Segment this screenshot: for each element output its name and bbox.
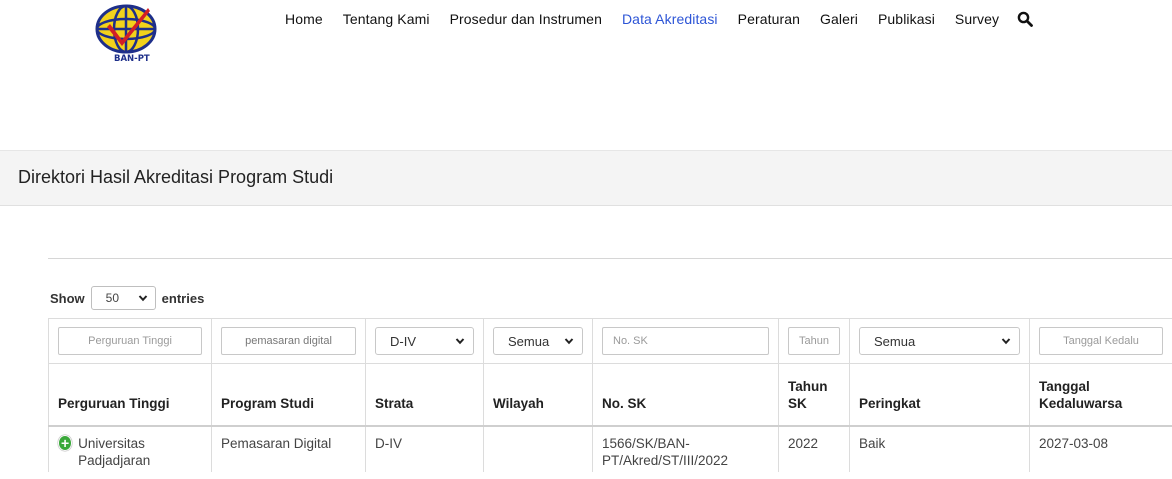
column-header-perguruan-tinggi[interactable]: Perguruan Tinggi bbox=[48, 363, 212, 427]
entries-label: entries bbox=[161, 290, 205, 306]
logo-text: BAN-PT bbox=[114, 54, 150, 64]
cell-peringkat: Baik bbox=[849, 425, 1030, 472]
chevron-down-icon bbox=[138, 295, 147, 302]
chevron-down-icon bbox=[564, 338, 574, 345]
column-header-program-studi[interactable]: Program Studi bbox=[211, 363, 366, 427]
nav-galeri[interactable]: Galeri bbox=[820, 11, 858, 27]
nav-home[interactable]: Home bbox=[285, 11, 323, 27]
cell-tanggal-kedaluwarsa: 2027-03-08 bbox=[1029, 425, 1172, 472]
nav-survey[interactable]: Survey bbox=[955, 11, 999, 27]
filter-strata-select[interactable]: D-IV bbox=[375, 327, 474, 355]
table-header-row: Perguruan Tinggi Program Studi Strata Wi… bbox=[48, 363, 1172, 427]
filter-wilayah-select[interactable]: Semua bbox=[493, 327, 583, 355]
nav-data-akreditasi[interactable]: Data Akreditasi bbox=[622, 11, 718, 27]
column-header-strata[interactable]: Strata bbox=[365, 363, 484, 427]
cell-wilayah bbox=[483, 425, 593, 472]
cell-tahun-sk: 2022 bbox=[778, 425, 850, 472]
column-header-peringkat[interactable]: Peringkat bbox=[849, 363, 1030, 427]
nav-publikasi[interactable]: Publikasi bbox=[878, 11, 935, 27]
filter-program-studi-value: pemasaran digital bbox=[245, 335, 332, 347]
chevron-down-icon bbox=[455, 338, 465, 345]
filter-perguruan-tinggi-input[interactable]: Perguruan Tinggi bbox=[58, 327, 202, 355]
filter-peringkat-value: Semua bbox=[874, 333, 916, 349]
cell-strata: D-IV bbox=[365, 425, 484, 472]
column-header-tanggal-kedaluwarsa[interactable]: Tanggal Kedaluwarsa bbox=[1029, 363, 1172, 427]
page-title-band: Direktori Hasil Akreditasi Program Studi bbox=[0, 150, 1172, 206]
filter-no-sk-input[interactable]: No. SK bbox=[602, 327, 769, 355]
cell-no-sk: 1566/SK/BAN-PT/Akred/ST/III/2022 bbox=[592, 425, 779, 472]
cell-perguruan-tinggi: Universitas Padjadjaran bbox=[78, 435, 151, 468]
filter-tanggal-kedaluwarsa-input[interactable]: Tanggal Kedalu bbox=[1039, 327, 1163, 355]
column-header-wilayah[interactable]: Wilayah bbox=[483, 363, 593, 427]
entries-select[interactable]: 50 bbox=[90, 286, 156, 310]
expand-row-icon[interactable]: + bbox=[58, 434, 73, 451]
nav-prosedur-dan-instrumen[interactable]: Prosedur dan Instrumen bbox=[450, 11, 602, 27]
column-header-no-sk[interactable]: No. SK bbox=[592, 363, 779, 427]
filter-row: Perguruan Tinggi pemasaran digital D-IV … bbox=[48, 318, 1172, 364]
search-icon[interactable] bbox=[1017, 11, 1034, 27]
filter-program-studi-input[interactable]: pemasaran digital bbox=[221, 327, 356, 355]
divider bbox=[48, 258, 1172, 259]
accreditation-table: Perguruan Tinggi pemasaran digital D-IV … bbox=[48, 318, 1172, 472]
page-title: Direktori Hasil Akreditasi Program Studi bbox=[18, 167, 334, 187]
nav-peraturan[interactable]: Peraturan bbox=[738, 11, 800, 27]
filter-tahun-sk-input[interactable]: Tahun bbox=[788, 327, 840, 355]
filter-peringkat-select[interactable]: Semua bbox=[859, 327, 1020, 355]
chevron-down-icon bbox=[1001, 338, 1011, 345]
table-row: + Universitas Padjadjaran Pemasaran Digi… bbox=[48, 425, 1172, 472]
nav-tentang-kami[interactable]: Tentang Kami bbox=[343, 11, 430, 27]
entries-select-value: 50 bbox=[105, 291, 120, 305]
main-nav: Home Tentang Kami Prosedur dan Instrumen… bbox=[285, 9, 1034, 29]
show-label: Show bbox=[50, 290, 85, 306]
ban-pt-logo[interactable]: BAN-PT bbox=[88, 2, 168, 64]
filter-wilayah-value: Semua bbox=[508, 333, 550, 349]
entries-length-control: Show 50 entries bbox=[50, 286, 204, 310]
column-header-tahun-sk[interactable]: Tahun SK bbox=[778, 363, 850, 427]
filter-strata-value: D-IV bbox=[390, 333, 416, 349]
cell-program-studi: Pemasaran Digital bbox=[211, 425, 366, 472]
